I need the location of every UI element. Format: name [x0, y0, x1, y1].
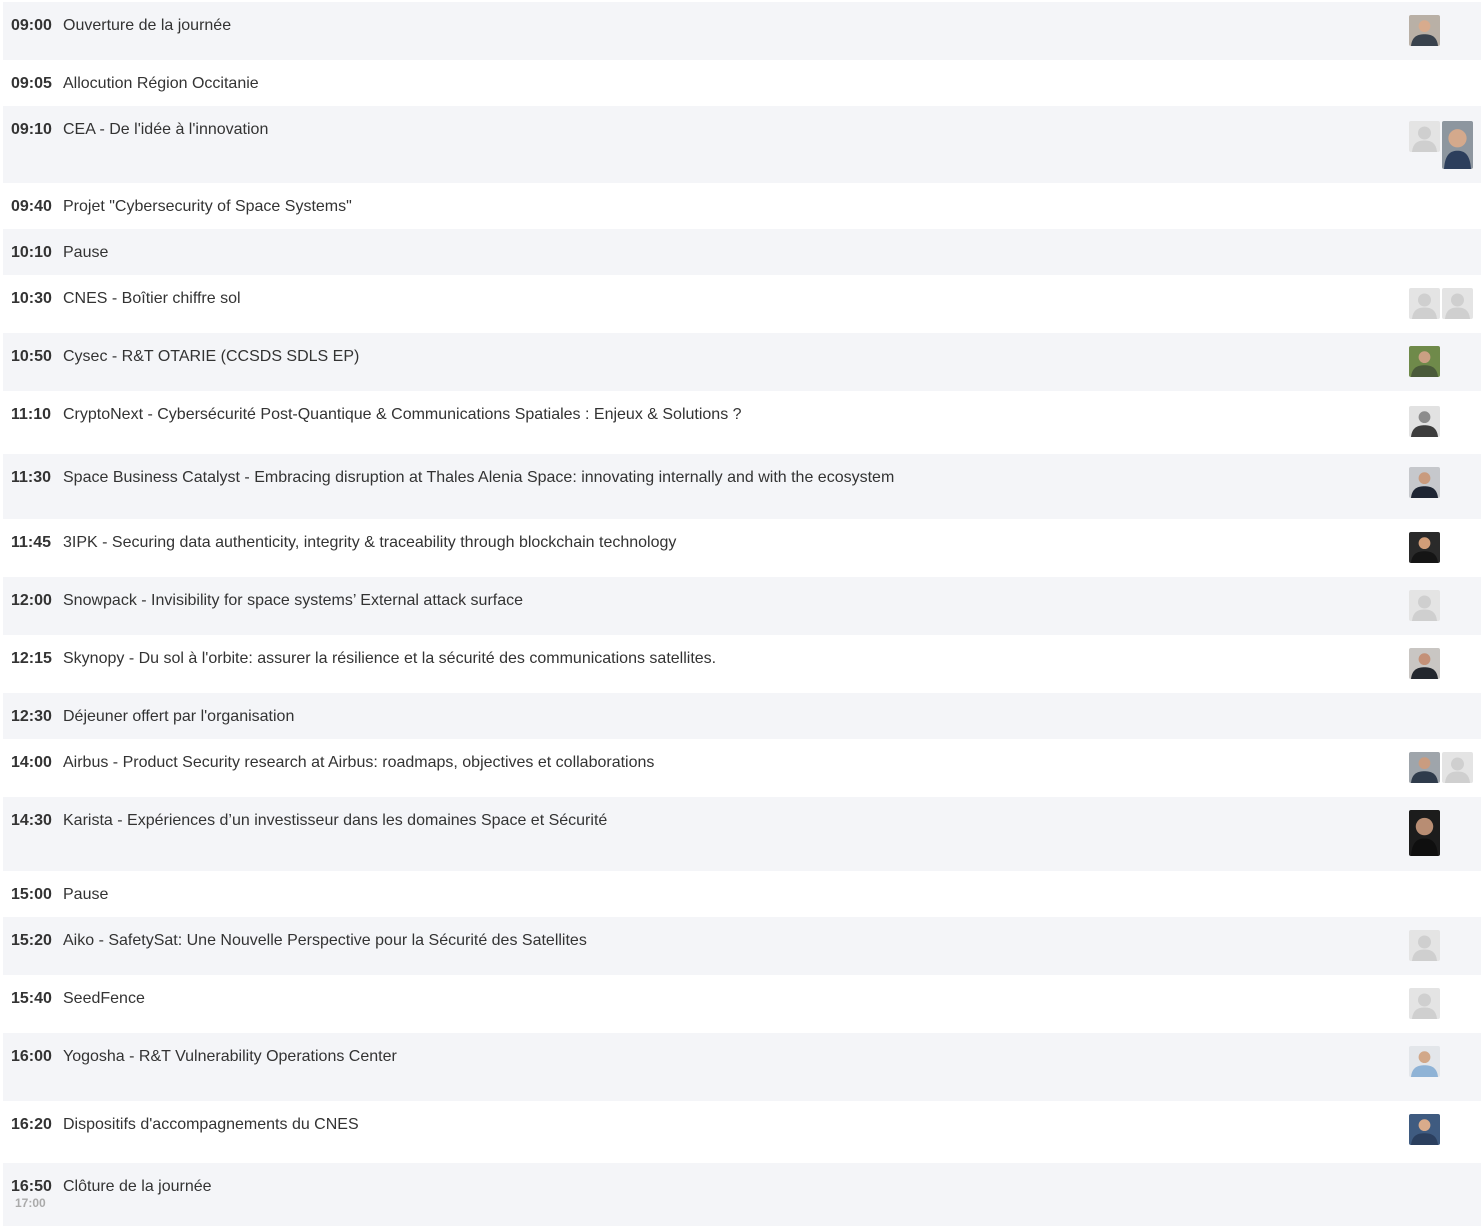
speaker-avatar-photo[interactable] [1409, 467, 1440, 498]
agenda-row[interactable]: 09:00 Ouverture de la journée [3, 2, 1481, 60]
session-time: 15:40 [11, 990, 52, 1007]
session-title[interactable]: Space Business Catalyst - Embracing disr… [63, 469, 894, 487]
speaker-avatar-photo[interactable] [1409, 648, 1440, 679]
speaker-avatar-photo[interactable] [1409, 15, 1440, 46]
session-time: 12:30 [11, 708, 52, 725]
agenda-row[interactable]: 12:30 Déjeuner offert par l'organisation [3, 693, 1481, 739]
session-title[interactable]: CNES - Boîtier chiffre sol [63, 290, 241, 308]
agenda-row[interactable]: 14:30 Karista - Expériences d’un investis… [3, 797, 1481, 871]
agenda-row[interactable]: 10:50 Cysec - R&T OTARIE (CCSDS SDLS EP) [3, 333, 1481, 391]
agenda-row[interactable]: 12:15 Skynopy - Du sol à l'orbite: assure… [3, 635, 1481, 693]
speaker-avatar-photo[interactable] [1442, 121, 1473, 169]
session-title[interactable]: SeedFence [63, 990, 145, 1008]
agenda-row[interactable]: 15:00 Pause [3, 871, 1481, 917]
session-time: 09:05 [11, 75, 52, 92]
session-title[interactable]: Clôture de la journée [63, 1178, 212, 1196]
session-time: 11:10 [11, 406, 52, 423]
agenda-list: 09:00 Ouverture de la journée 09:05 Allocut… [0, 0, 1481, 1226]
session-title[interactable]: CEA - De l'idée à l'innovation [63, 121, 268, 139]
session-title[interactable]: Ouverture de la journée [63, 17, 231, 35]
session-title[interactable]: 3IPK - Securing data authenticity, integ… [63, 534, 676, 552]
session-title[interactable]: Dispositifs d'accompagnements du CNES [63, 1116, 359, 1134]
speaker-avatar-placeholder-icon[interactable] [1442, 752, 1473, 783]
session-time: 09:00 [11, 17, 52, 34]
agenda-row[interactable]: 11:45 3IPK - Securing data authenticity, … [3, 519, 1481, 577]
session-title[interactable]: Cysec - R&T OTARIE (CCSDS SDLS EP) [63, 348, 359, 366]
session-time: 16:00 [11, 1048, 52, 1065]
agenda-row[interactable]: 11:10 CryptoNext - Cybersécurité Post-Qua… [3, 391, 1481, 454]
session-time: 16:50 [11, 1178, 52, 1195]
agenda-row[interactable]: 15:20 Aiko - SafetySat: Une Nouvelle Pers… [3, 917, 1481, 975]
session-time: 14:00 [11, 754, 52, 771]
agenda-row[interactable]: 16:00 Yogosha - R&T Vulnerability Operati… [3, 1033, 1481, 1101]
session-time: 11:45 [11, 534, 52, 551]
session-title[interactable]: Aiko - SafetySat: Une Nouvelle Perspecti… [63, 932, 587, 950]
session-time: 10:50 [11, 348, 52, 365]
session-title[interactable]: Déjeuner offert par l'organisation [63, 708, 294, 726]
session-title[interactable]: Airbus - Product Security research at Ai… [63, 754, 654, 772]
agenda-row[interactable]: 12:00 Snowpack - Invisibility for space s… [3, 577, 1481, 635]
speaker-avatar-photo[interactable] [1409, 346, 1440, 377]
session-end-time: 17:00 [15, 1196, 46, 1210]
speaker-avatar-placeholder-icon[interactable] [1409, 930, 1440, 961]
agenda-row[interactable]: 09:10 CEA - De l'idée à l'innovation [3, 106, 1481, 183]
session-time: 15:20 [11, 932, 52, 949]
speaker-avatar-photo[interactable] [1409, 752, 1440, 783]
speaker-avatar-placeholder-icon[interactable] [1409, 590, 1440, 621]
speaker-avatar-photo[interactable] [1409, 810, 1440, 856]
session-time: 10:30 [11, 290, 52, 307]
agenda-row[interactable]: 15:40 SeedFence [3, 975, 1481, 1033]
session-title[interactable]: Skynopy - Du sol à l'orbite: assurer la … [63, 650, 716, 668]
session-title[interactable]: Pause [63, 244, 108, 262]
speaker-avatar-photo[interactable] [1409, 532, 1440, 563]
agenda-row[interactable]: 10:10 Pause [3, 229, 1481, 275]
session-time: 10:10 [11, 244, 52, 261]
agenda-row[interactable]: 10:30 CNES - Boîtier chiffre sol [3, 275, 1481, 333]
session-time: 11:30 [11, 469, 52, 486]
agenda-row[interactable]: 11:30 Space Business Catalyst - Embracing… [3, 454, 1481, 519]
agenda-row[interactable]: 09:40 Projet "Cybersecurity of Space Syst… [3, 183, 1481, 229]
session-title[interactable]: Snowpack - Invisibility for space system… [63, 592, 523, 610]
session-time: 16:20 [11, 1116, 52, 1133]
session-title[interactable]: Karista - Expériences d’un investisseur … [63, 812, 607, 830]
speaker-avatar-placeholder-icon[interactable] [1409, 988, 1440, 1019]
agenda-row[interactable]: 09:05 Allocution Région Occitanie [3, 60, 1481, 106]
session-title[interactable]: Yogosha - R&T Vulnerability Operations C… [63, 1048, 397, 1066]
speaker-avatar-photo[interactable] [1409, 406, 1440, 437]
session-time: 09:10 [11, 121, 52, 138]
session-title[interactable]: Allocution Région Occitanie [63, 75, 259, 93]
agenda-row[interactable]: 14:00 Airbus - Product Security research … [3, 739, 1481, 797]
session-title[interactable]: CryptoNext - Cybersécurité Post-Quantiqu… [63, 406, 742, 424]
session-title[interactable]: Projet "Cybersecurity of Space Systems" [63, 198, 352, 216]
speaker-avatar-placeholder-icon[interactable] [1409, 121, 1440, 152]
session-time: 09:40 [11, 198, 52, 215]
session-time: 12:15 [11, 650, 52, 667]
session-time: 12:00 [11, 592, 52, 609]
session-time: 15:00 [11, 886, 52, 903]
speaker-avatar-placeholder-icon[interactable] [1442, 288, 1473, 319]
session-title[interactable]: Pause [63, 886, 108, 904]
agenda-row[interactable]: 16:20 Dispositifs d'accompagnements du CN… [3, 1101, 1481, 1163]
speaker-avatar-photo[interactable] [1409, 1114, 1440, 1145]
speaker-avatar-photo[interactable] [1409, 1046, 1440, 1077]
agenda-row[interactable]: 16:50 17:00 Clôture de la journée [3, 1163, 1481, 1226]
session-time: 14:30 [11, 812, 52, 829]
speaker-avatar-placeholder-icon[interactable] [1409, 288, 1440, 319]
